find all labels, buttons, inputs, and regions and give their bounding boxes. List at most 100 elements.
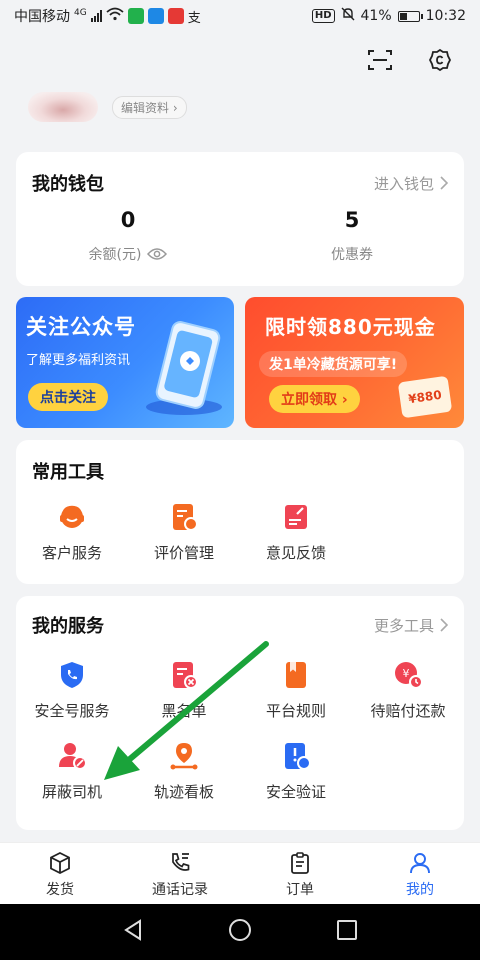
rating-management-item[interactable]: 评价管理 <box>128 502 240 563</box>
service-label: 安全号服务 <box>34 702 110 720</box>
clipboard-icon <box>288 851 312 875</box>
carrier-name: 中国移动 <box>14 9 70 25</box>
feedback-icon <box>281 502 311 532</box>
mute-bell-icon <box>341 7 355 25</box>
settings-icon[interactable] <box>426 46 454 74</box>
platform-rules-item[interactable]: 平台规则 <box>240 660 352 721</box>
chevron-right-icon <box>440 176 448 190</box>
battery-percent: 41% <box>360 8 392 24</box>
block-driver-icon <box>57 741 87 771</box>
claim-now-button[interactable]: 立即领取 › <box>269 385 360 413</box>
blacklist-icon <box>169 660 199 690</box>
service-label: 屏蔽司机 <box>41 783 102 801</box>
bottom-nav: 发货 通话记录 订单 我的 <box>0 842 480 904</box>
phone-illustration-icon <box>146 321 222 415</box>
nav-label: 订单 <box>286 882 314 898</box>
my-services-card: 我的服务 更多工具 安全号服务 黑名单 平台规则 ¥ 待赔付还款 屏蔽司机 轨迹… <box>16 596 464 830</box>
profile-header: 编辑资料 › <box>28 92 187 122</box>
back-icon[interactable] <box>122 919 144 945</box>
blacklist-item[interactable]: 黑名单 <box>128 660 240 721</box>
tools-title: 常用工具 <box>32 462 104 483</box>
home-icon[interactable] <box>228 918 252 946</box>
more-tools-label: 更多工具 <box>373 616 434 635</box>
clock: 10:32 <box>425 8 466 24</box>
service-label: 待赔付还款 <box>370 702 446 720</box>
wallet-card: 我的钱包 进入钱包 0 余额(元) 5 优惠券 <box>16 152 464 286</box>
hd-badge: HD <box>311 9 335 23</box>
track-board-item[interactable]: 轨迹看板 <box>128 741 240 802</box>
wallet-title: 我的钱包 <box>32 174 104 195</box>
banner-subtitle: 发1单冷藏货源可享! <box>259 351 408 377</box>
follow-button[interactable]: 点击关注 <box>28 383 108 411</box>
follow-official-account-banner[interactable]: 关注公众号 了解更多福利资讯 点击关注 <box>16 297 234 428</box>
eye-icon[interactable] <box>147 247 168 261</box>
nav-orders[interactable]: 订单 <box>240 843 360 904</box>
banner-title: 关注公众号 <box>26 315 136 339</box>
nav-label: 发货 <box>46 882 74 898</box>
shield-phone-icon <box>57 660 87 690</box>
block-driver-item[interactable]: 屏蔽司机 <box>16 741 128 802</box>
track-icon <box>169 741 199 771</box>
svg-text:¥: ¥ <box>403 667 410 680</box>
tool-label: 客户服务 <box>41 544 102 562</box>
enter-wallet-link[interactable]: 进入钱包 <box>374 173 448 194</box>
signal-icon <box>90 10 102 22</box>
pending-repayment-item[interactable]: ¥ 待赔付还款 <box>352 660 464 721</box>
alipay-glyph: 支 <box>187 10 201 26</box>
app-notification-icon <box>127 8 144 24</box>
customer-service-item[interactable]: 客户服务 <box>16 502 128 563</box>
chevron-right-icon: › <box>172 100 178 115</box>
nav-label: 通话记录 <box>152 882 208 898</box>
headset-icon <box>57 502 87 532</box>
coupon-label: 优惠券 <box>331 247 373 263</box>
reward-amount: ¥880 <box>407 387 443 407</box>
coupon-value: 5 <box>344 208 360 232</box>
nav-call-log[interactable]: 通话记录 <box>120 843 240 904</box>
nav-mine[interactable]: 我的 <box>360 843 480 904</box>
app-notification-icon <box>167 8 184 24</box>
person-icon <box>408 851 432 875</box>
chevron-right-icon <box>440 618 448 632</box>
banner-subtitle: 了解更多福利资讯 <box>26 353 131 368</box>
balance-label: 余额(元) <box>88 247 142 263</box>
common-tools-card: 常用工具 客户服务 评价管理 意见反馈 <box>16 440 464 584</box>
banner-title: 限时领880元现金 <box>265 315 436 339</box>
coupon-stat[interactable]: 5 优惠券 <box>240 208 464 264</box>
app-notification-icon <box>147 8 164 24</box>
status-bar: 中国移动 4G 支 HD 41% 10:32 <box>0 0 480 32</box>
recents-icon[interactable] <box>336 919 358 945</box>
system-nav-bar <box>0 904 480 960</box>
feedback-item[interactable]: 意见反馈 <box>240 502 352 563</box>
service-label: 黑名单 <box>161 702 207 720</box>
tool-label: 意见反馈 <box>265 544 326 562</box>
service-label: 平台规则 <box>265 702 326 720</box>
box-icon <box>48 851 72 875</box>
reward-sticker: ¥880 <box>397 375 453 419</box>
secure-number-service-item[interactable]: 安全号服务 <box>16 660 128 721</box>
scan-icon[interactable] <box>366 46 394 74</box>
more-tools-link[interactable]: 更多工具 <box>374 615 448 636</box>
call-log-icon <box>168 851 192 875</box>
security-verification-item[interactable]: 安全验证 <box>240 741 352 802</box>
service-label: 轨迹看板 <box>153 783 214 801</box>
edit-profile-label: 编辑资料 <box>121 100 170 115</box>
balance-stat[interactable]: 0 余额(元) <box>16 208 240 264</box>
enter-wallet-label: 进入钱包 <box>373 174 434 193</box>
cash-reward-banner[interactable]: 限时领880元现金 发1单冷藏货源可享! 立即领取 › ¥880 <box>245 297 464 428</box>
service-label: 安全验证 <box>265 783 326 801</box>
top-actions <box>366 46 454 74</box>
battery-icon <box>397 10 423 22</box>
services-title: 我的服务 <box>32 616 104 637</box>
tool-label: 评价管理 <box>153 544 214 562</box>
wifi-icon <box>106 7 124 25</box>
rating-icon <box>169 502 199 532</box>
balance-value: 0 <box>120 208 136 232</box>
verify-icon <box>281 741 311 771</box>
rules-book-icon <box>281 660 311 690</box>
repayment-clock-icon: ¥ <box>393 660 423 690</box>
network-type: 4G <box>74 8 87 18</box>
edit-profile-button[interactable]: 编辑资料 › <box>112 95 187 119</box>
nav-label: 我的 <box>406 882 434 898</box>
nav-ship[interactable]: 发货 <box>0 843 120 904</box>
avatar[interactable] <box>28 92 98 122</box>
